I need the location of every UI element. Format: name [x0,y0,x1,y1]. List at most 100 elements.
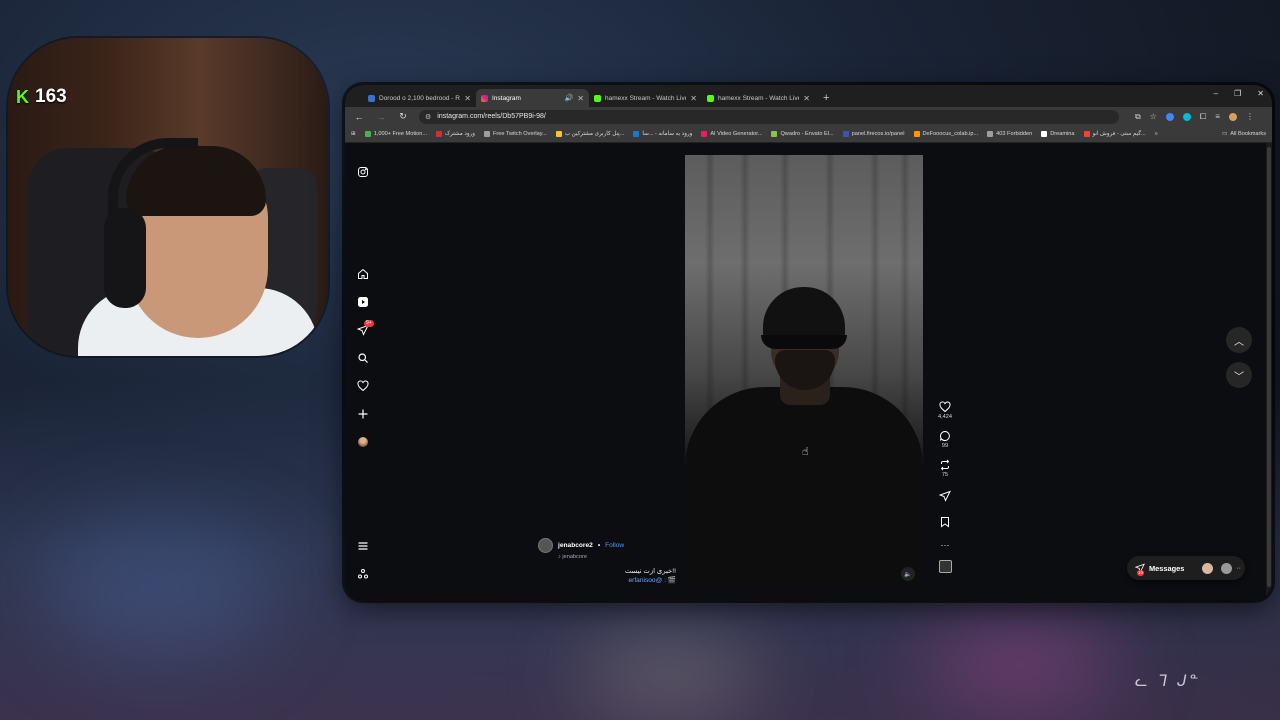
profile-avatar[interactable] [1228,112,1237,121]
tab-strip: Dorood o 2,100 bedrood - Re... ✕ Instagr… [345,85,1272,107]
bookmark-favicon-icon [555,131,562,137]
apps-grid-icon[interactable]: ⊞ [351,131,356,137]
comment-button[interactable]: 99 [939,430,951,449]
instagram-logo-icon[interactable] [356,165,370,179]
bookmark-item[interactable]: Dreamina [1041,131,1075,137]
kick-favicon-icon [707,94,714,102]
site-info-icon[interactable]: ⚙ [425,113,431,121]
bookmark-item[interactable]: Qwadro - Envato El... [771,131,834,137]
close-icon[interactable]: ✕ [690,94,697,103]
bookmark-favicon-icon [483,131,490,137]
extension-icon[interactable] [1165,112,1174,121]
instagram-favicon-icon [481,94,488,102]
restore-icon[interactable]: ❐ [1234,89,1241,98]
caption-mention[interactable]: erfanisoo@ : 🎬 [538,576,678,584]
search-icon[interactable] [356,351,370,365]
tab-label: hamexx Stream - Watch Live o... [605,94,686,102]
heart-icon[interactable] [356,379,370,393]
folder-icon: ▭ [1221,131,1228,137]
close-window-icon[interactable]: ✕ [1257,89,1264,98]
back-arrow-icon[interactable]: ← [353,112,365,122]
kick-logo-icon: K [16,86,29,107]
more-menu-icon[interactable]: ⋮ [1246,112,1254,121]
next-reel-button[interactable]: ﹀ [1226,362,1252,388]
volume-icon[interactable]: 🔈 [901,567,915,581]
bookmark-item[interactable]: ورود مشترک [436,131,475,137]
extensions-puzzle-icon[interactable]: ⧠ [1200,112,1206,122]
comment-icon [940,430,950,441]
bookmark-item[interactable]: پنل کاربری مشترکین ب... [555,131,624,137]
corner-watermark: ᓚ ᒣ ᒍᓐ [1135,673,1202,690]
direct-messages-icon[interactable]: 9+ [356,320,374,337]
bookmark-star-icon[interactable]: ☆ [1150,112,1157,121]
bookmark-item[interactable]: DeFooocus_colab.ip... [913,131,978,137]
more-options-icon[interactable]: ··· [941,540,950,550]
caption-text: خبری ازت نیست!! [624,568,676,575]
bookmark-item[interactable]: 1,000+ Free Motion... [364,131,427,137]
new-tab-button[interactable]: + [815,89,837,107]
tab-hamexx-2[interactable]: hamexx Stream - Watch Live o... ✕ [702,89,815,107]
follow-button[interactable]: Follow [605,542,624,549]
viewer-count-value: 163 [35,86,67,107]
close-icon[interactable]: ✕ [464,94,471,103]
plus-icon[interactable] [356,407,370,421]
reels-icon[interactable] [356,295,370,309]
tab-hamexx-1[interactable]: hamexx Stream - Watch Live o... ✕ [589,89,702,107]
audio-credit[interactable]: ♪ jenabcore [558,554,678,560]
forward-arrow-icon[interactable]: → [375,112,387,122]
messages-button[interactable]: 10 Messages ·· [1127,556,1245,580]
reload-icon[interactable]: ↻ [397,111,409,122]
comment-count: 99 [941,443,949,449]
favicon-icon [368,94,375,102]
like-button[interactable]: 4,424 [938,401,952,420]
all-bookmarks[interactable]: ▭ All Bookmarks [1222,131,1266,137]
speaker-icon[interactable]: 🔊 [565,94,574,102]
bookmark-icon [941,517,949,528]
share-button[interactable] [939,490,951,502]
bookmark-favicon-icon [913,131,920,137]
bookmark-item[interactable]: ورود به سامانه - ...سا [633,131,692,137]
tab-dorood[interactable]: Dorood o 2,100 bedrood - Re... ✕ [363,89,476,107]
bookmarks-overflow-icon[interactable]: » [1155,131,1158,137]
bookmark-item[interactable]: AI Video Generator... [701,131,762,137]
scrollbar-thumb[interactable] [1267,147,1271,587]
bookmark-item[interactable]: panel.firecos.io/panel [842,131,905,137]
home-icon[interactable] [356,267,370,281]
bookmark-item[interactable]: 403 Forbidden [987,131,1032,137]
save-button[interactable] [939,516,951,528]
close-icon[interactable]: ✕ [803,94,810,103]
more-icon: ·· [1236,564,1242,572]
bookmark-item[interactable]: گیم ستی - فروش انو... [1083,131,1146,137]
address-bar[interactable]: ⚙ instagram.com/reels/Db57PB9i-98/ [419,109,1119,124]
like-count: 4,424 [938,414,952,420]
bookmark-favicon-icon [987,131,994,137]
bookmark-item[interactable]: Free Twitch Overlay... [483,131,547,137]
threads-meta-icon[interactable] [356,567,370,581]
reel-caption: jenabcore2 • Follow ♪ jenabcore خبری ازت… [538,538,678,584]
profile-avatar[interactable] [356,435,370,449]
install-app-icon[interactable]: ⧉ [1135,112,1141,122]
tab-instagram[interactable]: Instagram 🔊 ✕ [476,89,589,107]
author-username[interactable]: jenabcore2 [558,542,593,549]
repost-button[interactable]: 75 [939,459,951,478]
messages-badge: 10 [1137,570,1145,576]
avatar [358,437,368,447]
bookmark-favicon-icon [633,131,640,137]
minimize-icon[interactable]: – [1214,89,1218,98]
audio-thumbnail[interactable] [938,560,952,573]
bookmark-favicon-icon [701,131,708,137]
send-icon [939,490,951,502]
scrollbar[interactable] [1266,143,1272,600]
bookmark-favicon-icon [771,131,778,137]
tab-search-icon[interactable]: ≡ [1215,112,1220,121]
close-icon[interactable]: ✕ [577,94,584,103]
bookmarks-bar: ⊞ 1,000+ Free Motion... ورود مشترک Free … [345,126,1272,143]
reel-video[interactable]: ☝ 🔈 [685,155,923,589]
window-controls: – ❐ ✕ [1214,89,1264,98]
tab-label: hamexx Stream - Watch Live o... [718,94,799,102]
extension-icon[interactable] [1182,112,1191,121]
previous-reel-button[interactable]: ︿ [1226,327,1252,353]
browser-window: Dorood o 2,100 bedrood - Re... ✕ Instagr… [345,85,1272,600]
menu-icon[interactable] [356,539,370,553]
author-avatar[interactable] [538,538,553,553]
